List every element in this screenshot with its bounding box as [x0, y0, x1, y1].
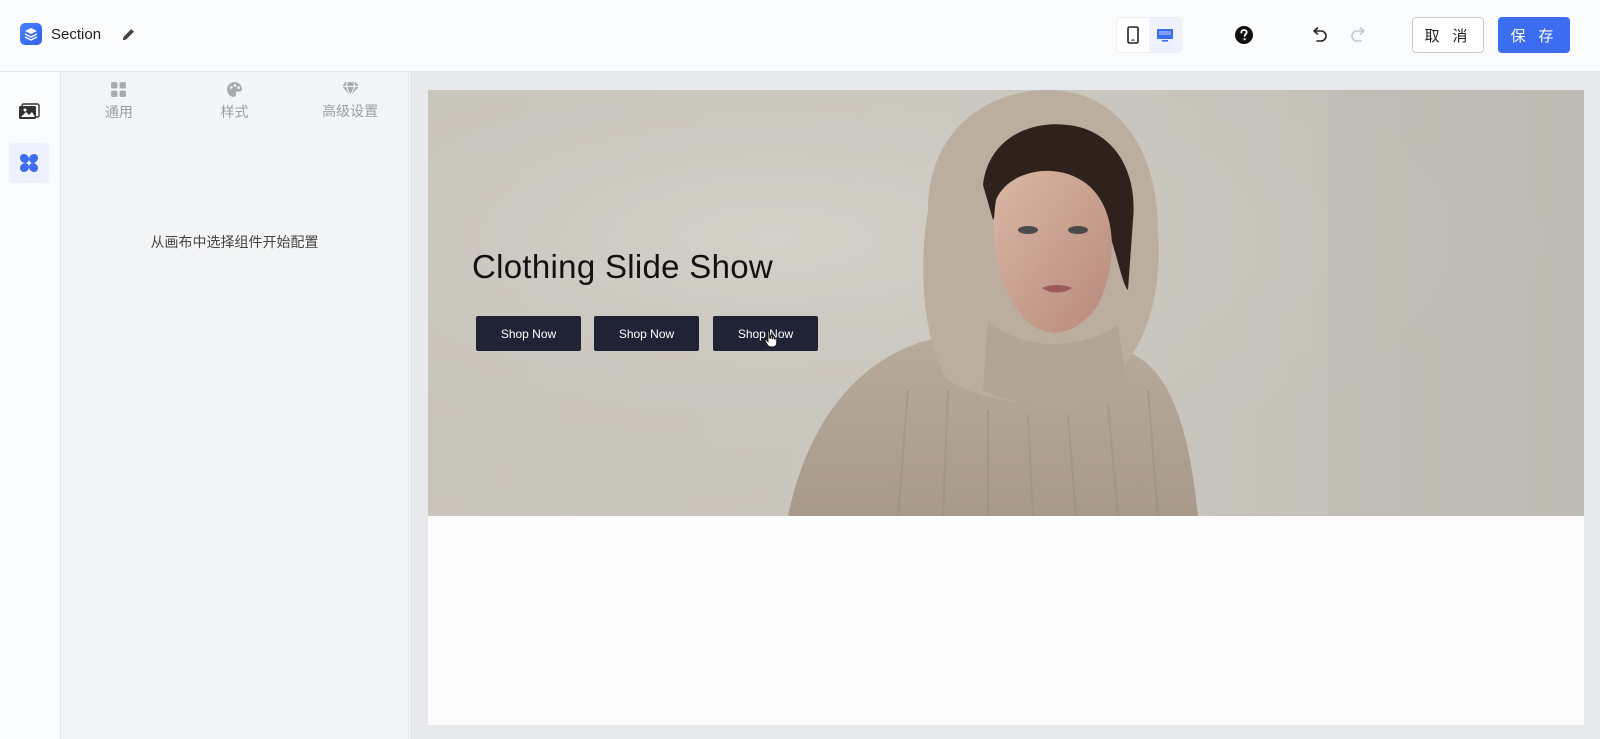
hero-title[interactable]: Clothing Slide Show: [472, 248, 773, 286]
desktop-icon: [1157, 29, 1173, 42]
shop-now-button[interactable]: Shop Now: [594, 316, 699, 351]
tab-label: 高级设置: [322, 104, 379, 120]
mobile-view-button[interactable]: [1117, 18, 1149, 52]
top-bar: Section 取 消 保 存: [0, 0, 1600, 72]
help-icon[interactable]: [1234, 25, 1254, 45]
cancel-button[interactable]: 取 消: [1412, 17, 1484, 53]
tab-style[interactable]: 样式: [177, 72, 293, 130]
grid-icon: [111, 81, 127, 97]
palette-icon: [227, 81, 242, 97]
pencil-edit-icon[interactable]: [120, 26, 136, 42]
brand: Section: [20, 23, 136, 45]
hand-pointer-cursor-icon: [764, 330, 778, 348]
editor-canvas: Clothing Slide Show Shop Now Shop Now Sh…: [410, 72, 1600, 739]
mobile-icon: [1127, 26, 1139, 44]
device-toggle: [1116, 17, 1182, 53]
model-photo: [428, 90, 1584, 516]
redo-icon[interactable]: [1349, 25, 1369, 45]
empty-state-message: 从画布中选择组件开始配置: [150, 235, 319, 251]
rail-item-components[interactable]: [9, 143, 49, 183]
tab-general[interactable]: 通用: [61, 72, 177, 130]
image-gallery-icon: [19, 103, 40, 119]
page-preview: Clothing Slide Show Shop Now Shop Now Sh…: [428, 90, 1584, 725]
tab-label: 通用: [104, 104, 133, 121]
diamond-icon: [341, 82, 359, 97]
shop-now-button[interactable]: Shop Now: [476, 316, 581, 351]
components-icon: [19, 153, 39, 173]
save-button[interactable]: 保 存: [1498, 17, 1570, 53]
undo-icon[interactable]: [1309, 25, 1329, 45]
tab-advanced-settings[interactable]: 高级设置: [292, 72, 408, 130]
section-title: Section: [51, 25, 102, 43]
desktop-view-button[interactable]: [1149, 18, 1181, 52]
settings-tabs: 通用 样式 高级设置: [61, 72, 408, 130]
rail-item-media[interactable]: [9, 92, 49, 132]
layers-logo-icon: [20, 23, 42, 45]
hero-slide[interactable]: Clothing Slide Show Shop Now Shop Now Sh…: [428, 90, 1584, 516]
left-rail: [0, 72, 61, 739]
settings-panel: 通用 样式 高级设置 从画布中选择组件开始配置: [61, 72, 409, 739]
tab-label: 样式: [220, 104, 249, 121]
